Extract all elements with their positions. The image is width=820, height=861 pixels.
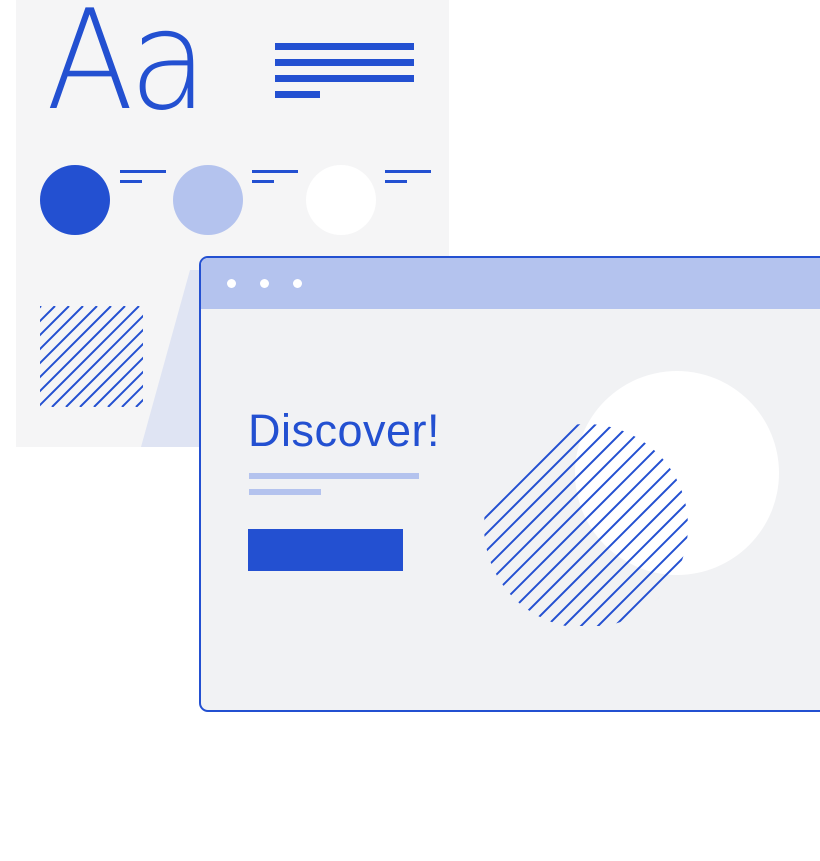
hero-text-placeholder-line (249, 489, 321, 495)
browser-window: Discover! (199, 256, 820, 712)
hero-graphic (484, 371, 779, 626)
cta-button[interactable] (248, 529, 403, 571)
browser-title-bar (201, 258, 820, 309)
window-dot-icon (260, 279, 269, 288)
text-lines-icon (275, 43, 414, 98)
primary-color-swatch (40, 165, 166, 235)
typeface-sample: Aa (46, 0, 208, 141)
hero-text-placeholder-line (249, 473, 419, 479)
background-color-swatch (306, 165, 431, 235)
pattern-swatch (40, 306, 143, 407)
secondary-color-swatch (173, 165, 298, 235)
hero-heading: Discover! (248, 405, 441, 456)
window-dot-icon (227, 279, 236, 288)
window-dot-icon (293, 279, 302, 288)
white-circle-shape (575, 371, 779, 575)
illustration: Aa Discover! (0, 0, 820, 861)
color-swatches (40, 165, 431, 235)
